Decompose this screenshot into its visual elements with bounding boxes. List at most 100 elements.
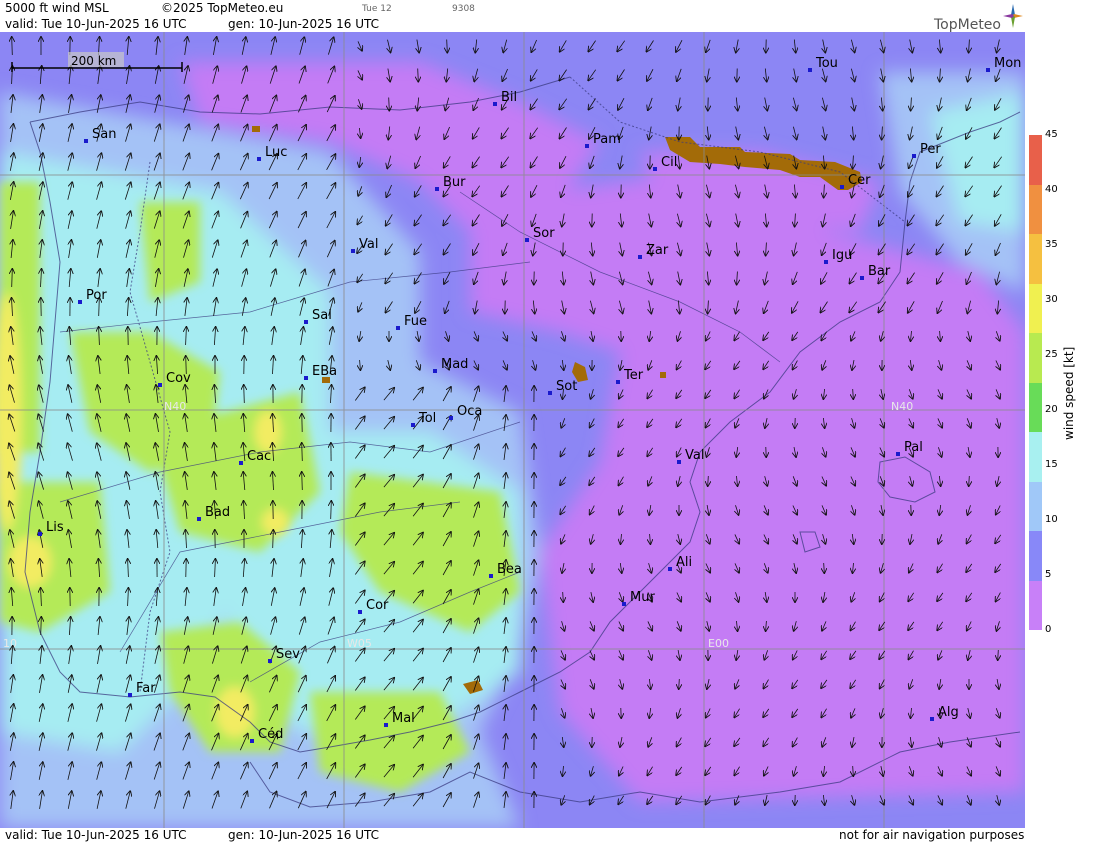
compass-star-icon: [1003, 4, 1023, 28]
city-label: Bad: [205, 505, 230, 520]
city-dot: [435, 187, 439, 191]
city-label: Cer: [848, 173, 871, 188]
legend-tick-label: 40: [1045, 184, 1058, 195]
legend-tick-label: 45: [1045, 129, 1058, 140]
city-dot: [653, 167, 657, 171]
city-dot: [38, 532, 42, 536]
city-label: Cil: [661, 155, 677, 170]
city-label: Lis: [46, 520, 64, 535]
city-dot: [197, 517, 201, 521]
scale-bar-label: 200 km: [71, 54, 116, 68]
city-dot: [239, 461, 243, 465]
legend-tick-label: 0: [1045, 624, 1052, 635]
calm-zone-med: [620, 632, 1015, 772]
topmeteo-logo[interactable]: TopMeteo: [932, 3, 1024, 33]
valid-time: valid: Tue 10-Jun-2025 16 UTC: [5, 17, 187, 31]
forecast-step: Tue 12: [362, 4, 392, 14]
city-dot: [158, 383, 162, 387]
city-dot: [433, 369, 437, 373]
city-dot: [525, 238, 529, 242]
city-dot: [384, 723, 388, 727]
legend-segment: [1029, 333, 1042, 383]
city-label: Ter: [623, 368, 644, 383]
legend-tick-label: 5: [1045, 569, 1052, 580]
product-title: 5000 ft wind MSL: [5, 1, 109, 15]
legend-tick-label: 25: [1045, 349, 1058, 360]
city-dot: [84, 139, 88, 143]
city-label: Oca: [457, 404, 482, 419]
legend-tick-label: 20: [1045, 404, 1058, 415]
city-dot: [250, 739, 254, 743]
gale-spot-east: [261, 508, 289, 536]
city-dot: [351, 249, 355, 253]
city-dot: [638, 255, 642, 259]
city-dot: [860, 276, 864, 280]
city-dot: [986, 68, 990, 72]
copyright-text: ©2025 TopMeteo.eu: [161, 1, 284, 15]
city-dot: [824, 260, 828, 264]
city-label: Sal: [312, 308, 332, 323]
legend-tick-label: 15: [1045, 459, 1058, 470]
city-label: Zar: [646, 243, 669, 258]
city-label: Tou: [815, 56, 838, 71]
city-label: Fue: [404, 314, 427, 329]
city-dot: [548, 391, 552, 395]
city-label: Pam: [593, 132, 621, 147]
city-label: Cac: [247, 449, 271, 464]
city-label: Mal: [392, 711, 415, 726]
city-label: Ali: [676, 555, 692, 570]
city-dot: [840, 185, 844, 189]
city-dot: [257, 157, 261, 161]
generated-time: gen: 10-Jun-2025 16 UTC: [228, 17, 380, 31]
city-label: Bea: [497, 562, 522, 577]
brand-name: TopMeteo: [934, 17, 1001, 33]
high-terrain-teruel: [660, 372, 666, 378]
legend-segment: [1029, 580, 1042, 630]
city-dot: [396, 326, 400, 330]
city-label: Bil: [501, 90, 517, 105]
gale-spot-south: [215, 686, 255, 738]
city-label: Luc: [265, 145, 287, 160]
legend-segment: [1029, 531, 1042, 581]
city-label: Sot: [556, 379, 577, 394]
city-label: Mon: [994, 56, 1021, 71]
legend-tick-label: 30: [1045, 294, 1058, 305]
city-label: Sor: [533, 226, 555, 241]
grid-label-n40-right: N40: [891, 400, 913, 413]
city-label: Cor: [366, 598, 389, 613]
city-label: Val: [359, 237, 378, 252]
city-dot: [411, 423, 415, 427]
legend-segment: [1029, 184, 1042, 234]
grid-label-e00: E00: [708, 637, 729, 650]
city-label: Igu: [832, 248, 852, 263]
gale-spot-lisbon: [8, 536, 52, 588]
city-label: Por: [86, 288, 107, 303]
city-label: Alg: [938, 705, 959, 720]
run-code: 9308: [452, 4, 475, 14]
city-dot: [493, 102, 497, 106]
city-label: Bur: [443, 175, 466, 190]
city-dot: [616, 380, 620, 384]
city-dot: [358, 610, 362, 614]
wind-map[interactable]: N40 N40 W05 E00 10 200 km Tou Mon Bil San Pa…: [0, 32, 1025, 828]
city-label: Tol: [418, 411, 436, 426]
city-dot: [585, 144, 589, 148]
grid-label-n40-left: N40: [164, 400, 186, 413]
grid-label-w05: W05: [347, 637, 372, 650]
city-dot: [304, 320, 308, 324]
city-dot: [677, 460, 681, 464]
city-dot: [622, 602, 626, 606]
wind-speed-field: [0, 32, 1025, 828]
legend-segment: [1029, 432, 1042, 482]
gale-spot-central: [254, 410, 282, 454]
city-label: EBa: [312, 364, 337, 379]
legend-segment: [1029, 481, 1042, 531]
city-label: Val: [685, 448, 704, 463]
city-dot: [304, 376, 308, 380]
legend-title: wind speed [kt]: [1062, 346, 1076, 440]
city-dot: [449, 416, 453, 420]
legend-tick-label: 10: [1045, 514, 1058, 525]
legend-tick-label: 35: [1045, 239, 1058, 250]
city-label: Far: [136, 681, 156, 696]
city-dot: [808, 68, 812, 72]
